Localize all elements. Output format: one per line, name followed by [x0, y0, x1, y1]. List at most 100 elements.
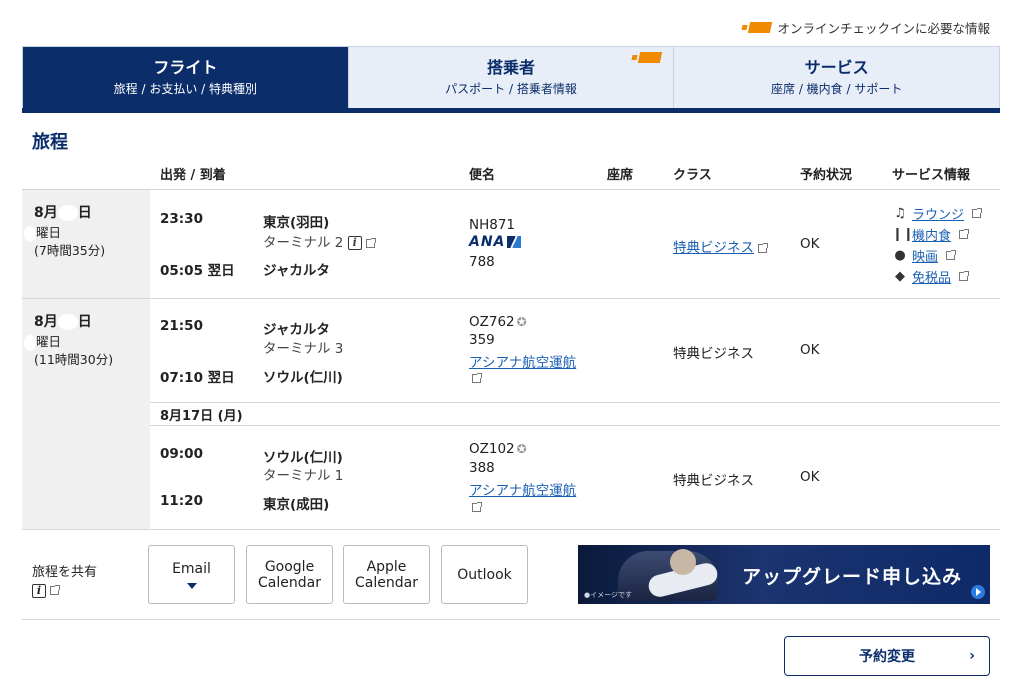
google-label-2: Calendar [258, 574, 321, 591]
booking-tabs: フライト 旅程 / お支払い / 特典種別 搭乗者 パスポート / 搭乗者情報 … [22, 46, 1000, 108]
external-link-icon [972, 208, 983, 218]
date-cell-2: 8月日 曜日 (11時間30分) [22, 299, 150, 529]
connection-date: 8月17日 (月) [160, 409, 243, 424]
tab-passenger-sub: パスポート / 搭乗者情報 [445, 82, 577, 96]
tab-flight[interactable]: フライト 旅程 / お支払い / 特典種別 [23, 47, 349, 108]
header-status: 予約状況 [800, 168, 853, 183]
external-link-icon[interactable] [472, 370, 482, 386]
arrival-city: ジャカルタ [263, 263, 330, 279]
movie-icon: ● [894, 248, 906, 263]
external-link-icon [959, 271, 970, 281]
banner-person-head [670, 549, 696, 575]
ticket-icon [638, 52, 663, 63]
external-link-icon [946, 250, 957, 260]
share-itinerary: 旅程を共有 i [32, 564, 97, 600]
change-booking-button[interactable]: 予約変更 › [784, 636, 990, 676]
segment-duration: (7時間35分) [34, 243, 106, 258]
chevron-right-icon: › [969, 648, 975, 664]
segment-weekday: 曜日 [24, 331, 61, 351]
change-booking-label: 予約変更 [859, 649, 915, 665]
departure-city: 東京(羽田) [263, 215, 330, 231]
tab-service-sub: 座席 / 機内食 / サポート [771, 82, 903, 96]
chevron-down-icon [186, 582, 197, 589]
info-icon[interactable]: i [347, 236, 362, 250]
date-cell-1: 8月日 曜日 (7時間35分) [22, 190, 150, 298]
flight-number: NH871 [469, 217, 516, 233]
departure-time: 09:00 [160, 446, 203, 462]
external-link-icon[interactable] [472, 499, 482, 515]
duty-free-icon: ◆ [895, 269, 905, 284]
segment-date: 8月日 [34, 205, 92, 221]
page-title: 旅程 [32, 132, 68, 153]
departure-city: ジャカルタ [263, 322, 330, 338]
service-movie[interactable]: ● 映画 [892, 246, 957, 265]
booking-status: OK [800, 236, 820, 252]
arrival-time: 05:05 翌日 [160, 263, 235, 279]
header-seat: 座席 [607, 168, 634, 183]
booking-status: OK [800, 342, 820, 358]
info-icon[interactable]: i [32, 583, 46, 598]
share-apple-calendar-button[interactable]: Apple Calendar [343, 545, 430, 604]
divider [22, 189, 1000, 190]
meal-icon: ❙❙ [892, 227, 914, 242]
departure-city: ソウル(仁川) [263, 450, 343, 466]
booking-status: OK [800, 469, 820, 485]
share-email-button[interactable]: Email [148, 545, 235, 604]
external-link-icon [365, 237, 376, 248]
arrow-right-icon [971, 585, 985, 599]
apple-label-2: Calendar [355, 574, 418, 591]
segment-weekday: 曜日 [24, 222, 61, 242]
flight-number: OZ102 ✪ [469, 441, 527, 457]
share-outlook-button[interactable]: Outlook [441, 545, 528, 604]
operator-link[interactable]: アシアナ航空運航 [469, 351, 576, 371]
banner-note: ●イメージです [584, 591, 632, 599]
flight-number: OZ762 ✪ [469, 314, 527, 330]
banner-text: アップグレード申し込み [741, 566, 962, 588]
divider [150, 402, 1000, 403]
divider [150, 425, 1000, 426]
ana-logo: ANA [469, 234, 522, 250]
star-alliance-icon: ✪ [516, 442, 527, 456]
external-link-icon [50, 585, 60, 595]
operator-link[interactable]: アシアナ航空運航 [469, 479, 576, 499]
divider [22, 298, 1000, 299]
segment-date: 8月日 [34, 314, 92, 330]
share-google-calendar-button[interactable]: Google Calendar [246, 545, 333, 604]
divider [22, 529, 1000, 530]
fare-class-link[interactable]: 特典ビジネス [673, 236, 768, 256]
departure-terminal: ターミナル 2 i [263, 231, 376, 251]
tab-passenger[interactable]: 搭乗者 パスポート / 搭乗者情報 [348, 47, 675, 108]
share-itinerary-label: 旅程を共有 [32, 565, 98, 580]
apple-label-1: Apple [366, 558, 407, 575]
header-dep-arr: 出発 / 到着 [160, 168, 226, 183]
departure-time: 23:30 [160, 211, 203, 227]
service-meal[interactable]: ❙❙ 機内食 [892, 225, 970, 244]
header-class: クラス [673, 168, 712, 183]
outlook-label: Outlook [457, 566, 512, 583]
external-link-icon [758, 242, 768, 253]
ticket-icon [748, 22, 773, 33]
tab-service-title: サービス [804, 58, 869, 77]
aircraft-type: 359 [469, 332, 495, 348]
arrival-city: 東京(成田) [263, 497, 330, 513]
tab-flight-title: フライト [153, 58, 218, 77]
google-label-1: Google [264, 558, 315, 575]
external-link-icon [959, 229, 970, 239]
upgrade-banner[interactable]: ●イメージです アップグレード申し込み [578, 545, 990, 604]
segment-duration: (11時間30分) [34, 352, 114, 367]
arrival-time: 11:20 [160, 493, 203, 509]
service-lounge[interactable]: ♫ ラウンジ [892, 204, 983, 223]
arrival-time: 07:10 翌日 [160, 370, 235, 386]
star-alliance-icon: ✪ [516, 315, 527, 329]
tab-underline [22, 108, 1000, 113]
service-dutyfree[interactable]: ◆ 免税品 [892, 267, 970, 286]
tab-passenger-title: 搭乗者 [487, 58, 536, 77]
tab-service[interactable]: サービス 座席 / 機内食 / サポート [674, 47, 1000, 108]
fare-class: 特典ビジネス [673, 473, 754, 489]
online-checkin-info[interactable]: オンラインチェックインに必要な情報 [748, 18, 990, 37]
lounge-icon: ♫ [894, 206, 906, 221]
online-checkin-info-text: オンラインチェックインに必要な情報 [777, 21, 990, 36]
departure-terminal: ターミナル 1 [263, 468, 344, 484]
header-service: サービス情報 [892, 168, 971, 183]
header-flight: 便名 [469, 168, 496, 183]
